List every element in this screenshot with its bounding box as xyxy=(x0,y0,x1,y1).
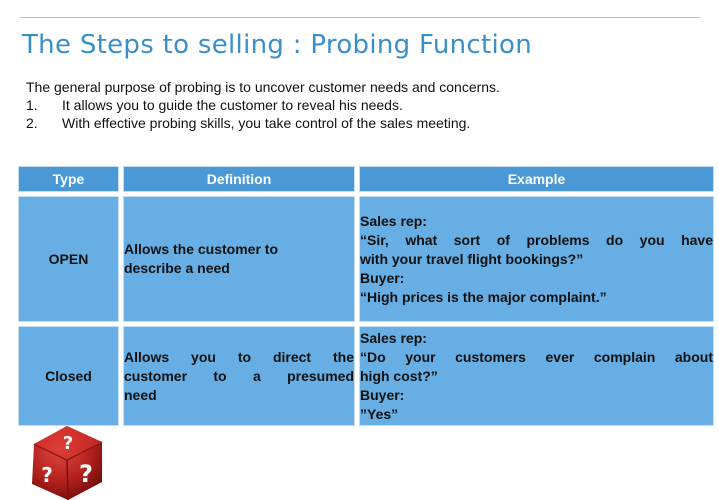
header-definition: Definition xyxy=(123,166,355,192)
example-line: high cost?” xyxy=(360,367,438,384)
table-header-row: Type Definition Example xyxy=(18,166,714,192)
intro-sentence: The general purpose of probing is to unc… xyxy=(26,79,500,95)
intro-block: The general purpose of probing is to unc… xyxy=(26,78,686,132)
intro-point-2: 2. With effective probing skills, you ta… xyxy=(26,114,686,132)
example-line: Sales rep: xyxy=(360,329,427,346)
definition-line: Allows the customer to xyxy=(124,241,279,257)
example-line: “High prices is the major complaint.” xyxy=(360,288,607,305)
example-line: Sales rep: xyxy=(360,212,427,229)
intro-point-1: 1. It allows you to guide the customer t… xyxy=(26,96,686,114)
point-text: It allows you to guide the customer to r… xyxy=(62,97,403,113)
table-row: OPEN Allows the customer to describe a n… xyxy=(18,196,714,322)
dice-glyph: ? xyxy=(63,433,73,454)
question-dice-icon: ? ? ? xyxy=(32,426,103,500)
definition-line: Allows you to direct the xyxy=(124,348,354,365)
table-row: Closed Allows you to direct the customer… xyxy=(18,326,714,426)
type-cell: OPEN xyxy=(18,196,119,322)
top-divider xyxy=(20,17,700,18)
point-number: 1. xyxy=(26,97,38,113)
example-line: Buyer: xyxy=(360,386,405,403)
header-type: Type xyxy=(18,166,119,192)
definition-cell: Allows the customer to describe a need xyxy=(123,196,355,322)
definition-line: need xyxy=(124,386,157,403)
definition-line: describe a need xyxy=(124,260,230,276)
example-cell: Sales rep: “Do your customers ever compl… xyxy=(359,326,714,426)
dice-glyph: ? xyxy=(41,463,53,487)
slide-title: The Steps to selling : Probing Function xyxy=(22,30,532,60)
point-text: With effective probing skills, you take … xyxy=(62,115,471,131)
type-cell: Closed xyxy=(18,326,119,426)
example-line: with your travel flight bookings?” xyxy=(360,250,584,267)
example-line: Buyer: xyxy=(360,269,405,286)
example-line: “Do your customers ever complain about xyxy=(360,348,713,365)
example-line: ”Yes” xyxy=(360,405,399,422)
header-example: Example xyxy=(359,166,714,192)
example-line: “Sir, what sort of problems do you have xyxy=(360,231,713,248)
dice-front-edge xyxy=(66,459,69,500)
dice-glyph: ? xyxy=(79,460,93,488)
definition-cell: Allows you to direct the customer to a p… xyxy=(123,326,355,426)
definition-line: customer to a presumed xyxy=(124,367,354,384)
probing-table: Type Definition Example OPEN Allows the … xyxy=(14,162,718,430)
point-number: 2. xyxy=(26,115,38,131)
example-cell: Sales rep: “Sir, what sort of problems d… xyxy=(359,196,714,322)
